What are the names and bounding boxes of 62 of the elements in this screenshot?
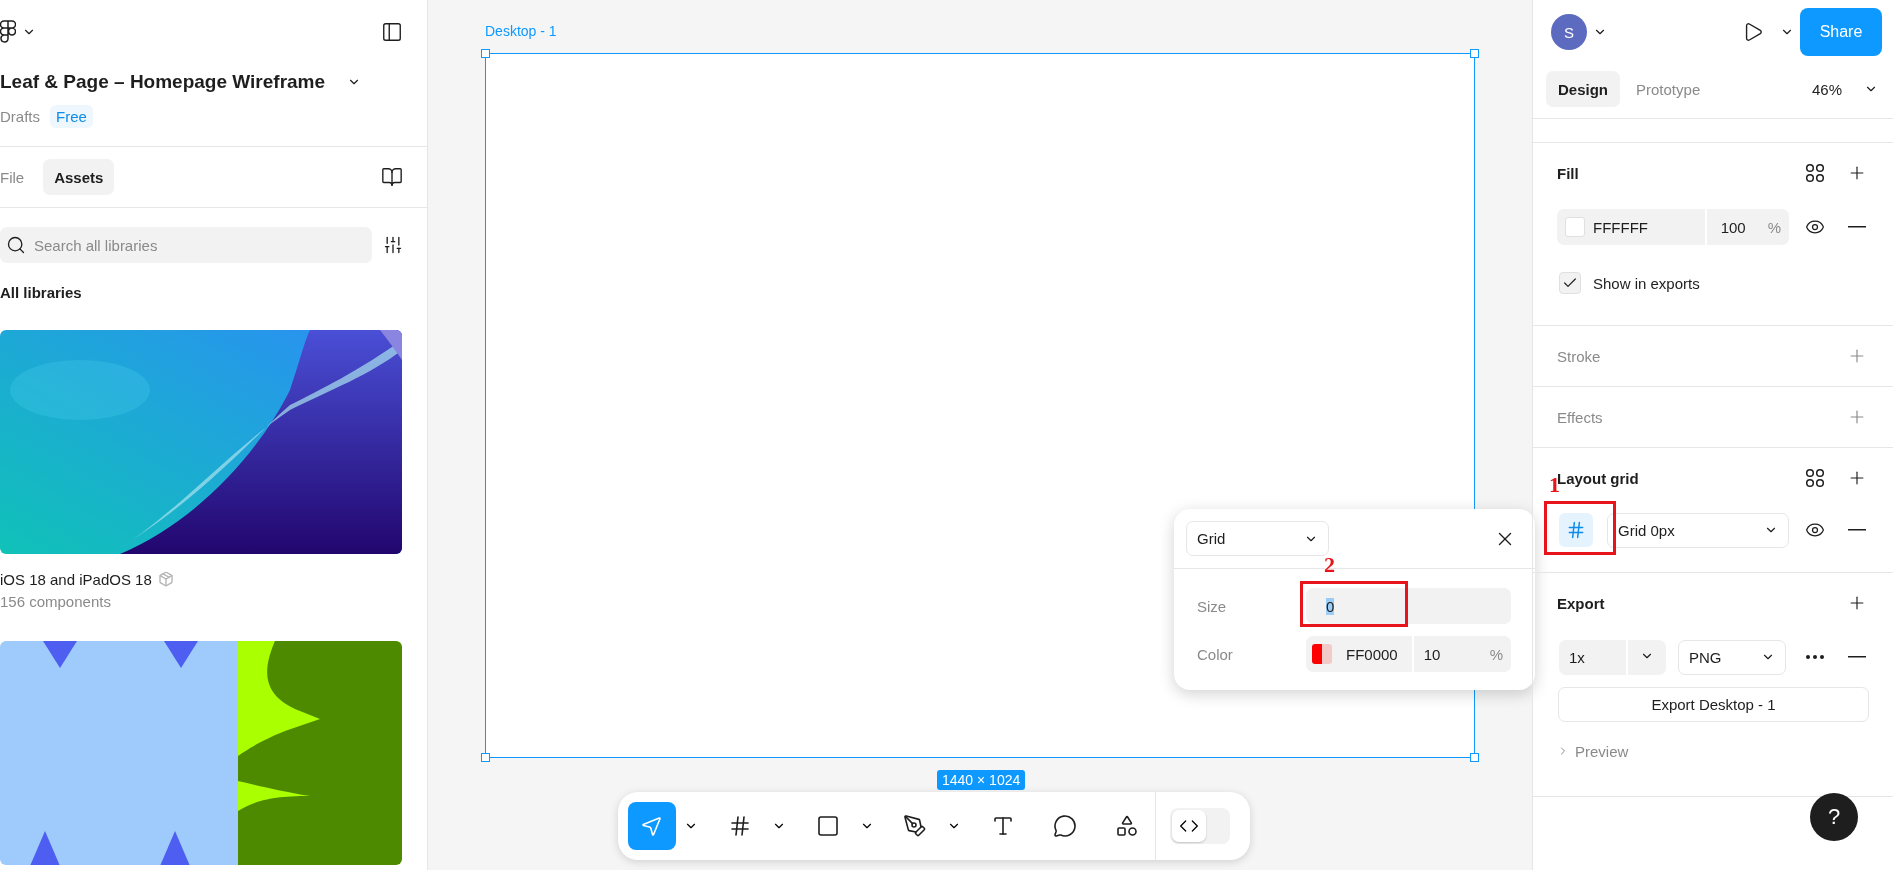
book-icon[interactable] [381, 166, 403, 188]
grid-settings-button[interactable] [1559, 513, 1593, 547]
annotation-number: 2 [1324, 554, 1335, 576]
preview-toggle[interactable]: Preview [1557, 736, 1629, 766]
styles-icon[interactable] [1805, 163, 1825, 183]
checkbox[interactable] [1559, 272, 1581, 294]
move-tool-button[interactable] [628, 802, 676, 850]
size-label: Size [1197, 597, 1228, 615]
color-label: Color [1197, 645, 1234, 663]
search-icon [6, 235, 26, 255]
section-title: Layout grid [1557, 469, 1639, 487]
section-title: Stroke [1557, 347, 1601, 365]
file-title: Leaf & Page – Homepage Wireframe [0, 71, 326, 93]
minus-icon [1848, 226, 1866, 228]
grid-icon [1566, 520, 1586, 540]
frame-size-label: 1440 × 1024 [937, 770, 1026, 790]
filter-icon[interactable] [383, 235, 403, 255]
checkbox-label: Show in exports [1593, 274, 1700, 292]
zoom-level[interactable]: 46% [1811, 81, 1842, 98]
search-field[interactable]: Search all libraries [0, 227, 372, 263]
highlight-box [1544, 501, 1616, 555]
shapes-icon [1115, 814, 1140, 838]
resize-handle[interactable] [1470, 49, 1479, 58]
panel-tab[interactable]: File [0, 159, 36, 195]
scale-select[interactable]: 1x [1559, 639, 1666, 675]
styles-icon[interactable] [1805, 468, 1825, 488]
sidebar-toggle-icon[interactable] [381, 21, 403, 43]
panel-tab[interactable]: Assets [43, 159, 115, 195]
rectangle-icon [815, 814, 840, 838]
pointer-icon [639, 814, 664, 838]
resize-handle[interactable] [1470, 753, 1479, 762]
resize-handle[interactable] [481, 753, 490, 762]
format-select[interactable]: PNG [1678, 639, 1786, 675]
package-icon [157, 571, 174, 587]
color-swatch[interactable] [1565, 217, 1585, 237]
color-field[interactable]: FF0000 10 % [1306, 636, 1511, 672]
ellipsis-icon [1806, 655, 1824, 659]
panel-tab[interactable]: Prototype [1624, 71, 1713, 107]
file-location: Drafts [0, 107, 40, 125]
plan-badge: Free [50, 104, 93, 128]
section-title: Fill [1557, 164, 1579, 182]
panel-tab[interactable]: Design [1546, 71, 1620, 107]
minus-icon [1848, 656, 1866, 658]
section-title: Export [1557, 594, 1605, 612]
component-count: 156 components [0, 592, 111, 610]
user-avatar[interactable]: S [1551, 14, 1587, 50]
export-button[interactable]: Export Desktop - 1 [1558, 687, 1869, 722]
fill-color-field[interactable]: FFFFFF 100 % [1557, 209, 1789, 245]
color-swatch[interactable] [1312, 644, 1332, 664]
help-button[interactable]: ? [1810, 793, 1858, 841]
library-name: iOS 18 and iPadOS 18 [0, 570, 152, 588]
pen-icon [903, 814, 928, 838]
size-field[interactable]: 0 [1306, 588, 1511, 624]
logo-icon[interactable] [0, 20, 16, 44]
resize-handle[interactable] [481, 49, 490, 58]
grid-type-select[interactable]: Grid [1186, 521, 1329, 556]
comment-icon [1053, 814, 1078, 838]
grid-select[interactable]: Grid 0px [1607, 512, 1789, 548]
dev-mode-toggle[interactable] [1170, 808, 1230, 844]
minus-icon [1848, 529, 1866, 531]
section-heading: All libraries [0, 283, 82, 301]
section-title: Effects [1557, 408, 1603, 426]
